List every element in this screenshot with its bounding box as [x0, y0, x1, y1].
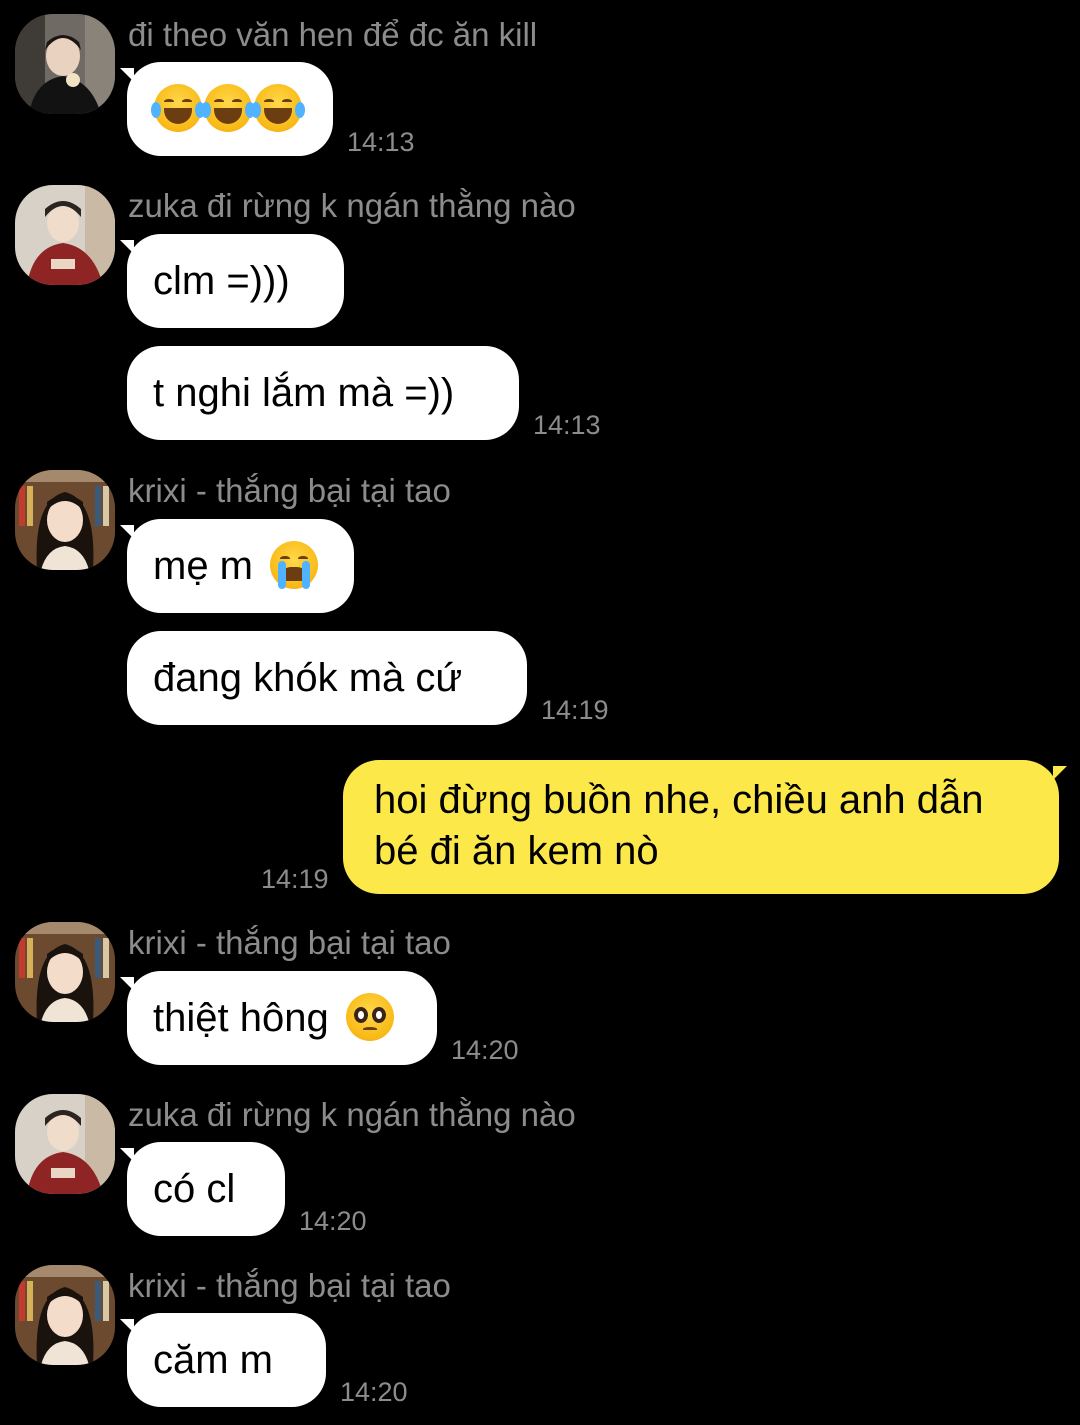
message-bubble[interactable] — [120, 62, 333, 156]
message-bubble[interactable]: clm =))) — [120, 234, 344, 328]
message-time: 14:13 — [533, 410, 601, 440]
avatar-sender-3[interactable] — [15, 470, 115, 570]
avatar-photo — [15, 14, 115, 114]
message-time: 14:19 — [261, 864, 329, 894]
avatar-sender-3[interactable] — [15, 922, 115, 1022]
message-bubble[interactable]: có cl — [120, 1142, 285, 1236]
message-time: 14:20 — [299, 1206, 367, 1236]
message-line: hoi đừng buồn nhe, chiều anh dẫn — [374, 778, 984, 822]
message-time: 14:19 — [541, 695, 609, 725]
tears-of-joy-emoji — [251, 84, 305, 133]
sender-name: krixi - thắng bại tại tao — [128, 1267, 451, 1304]
pleading-face-emoji — [345, 993, 394, 1042]
outgoing-message-bubble[interactable]: hoi đừng buồn nhe, chiều anh dẫn bé đi ă… — [343, 760, 1067, 894]
avatar-sender-2[interactable] — [15, 1094, 115, 1194]
message-text: thiệt hông — [153, 996, 329, 1040]
message-bubble[interactable]: căm m — [120, 1313, 326, 1407]
sender-name: zuka đi rừng k ngán thằng nào — [128, 1096, 576, 1133]
sender-name: zuka đi rừng k ngán thằng nào — [128, 187, 576, 224]
message-bubble[interactable]: mẹ m — [120, 519, 354, 613]
tears-of-joy-emoji — [201, 84, 255, 133]
sender-name: krixi - thắng bại tại tao — [128, 924, 451, 961]
avatar-sender-2[interactable] — [15, 185, 115, 285]
avatar-photo — [15, 185, 115, 285]
avatar-photo — [15, 922, 115, 1022]
message-text: mẹ m — [153, 544, 253, 588]
avatar-photo — [15, 1265, 115, 1365]
avatar-sender-3[interactable] — [15, 1265, 115, 1365]
avatar-photo — [15, 470, 115, 570]
tears-of-joy-emoji — [151, 84, 205, 133]
avatar-photo — [15, 1094, 115, 1194]
loudly-crying-emoji — [270, 541, 319, 590]
message-bubble[interactable]: thiệt hông — [120, 971, 437, 1065]
message-time: 14:20 — [451, 1035, 519, 1065]
avatar-sender-1[interactable] — [15, 14, 115, 114]
sender-name: đi theo văn hen để đc ăn kill — [128, 16, 538, 53]
message-time: 14:20 — [340, 1377, 408, 1407]
message-time: 14:13 — [347, 127, 415, 157]
message-bubble[interactable]: đang khók mà cứ — [127, 631, 527, 725]
sender-name: krixi - thắng bại tại tao — [128, 472, 451, 509]
message-line: bé đi ăn kem nò — [374, 829, 659, 873]
message-bubble[interactable]: t nghi lắm mà =)) — [127, 346, 519, 440]
